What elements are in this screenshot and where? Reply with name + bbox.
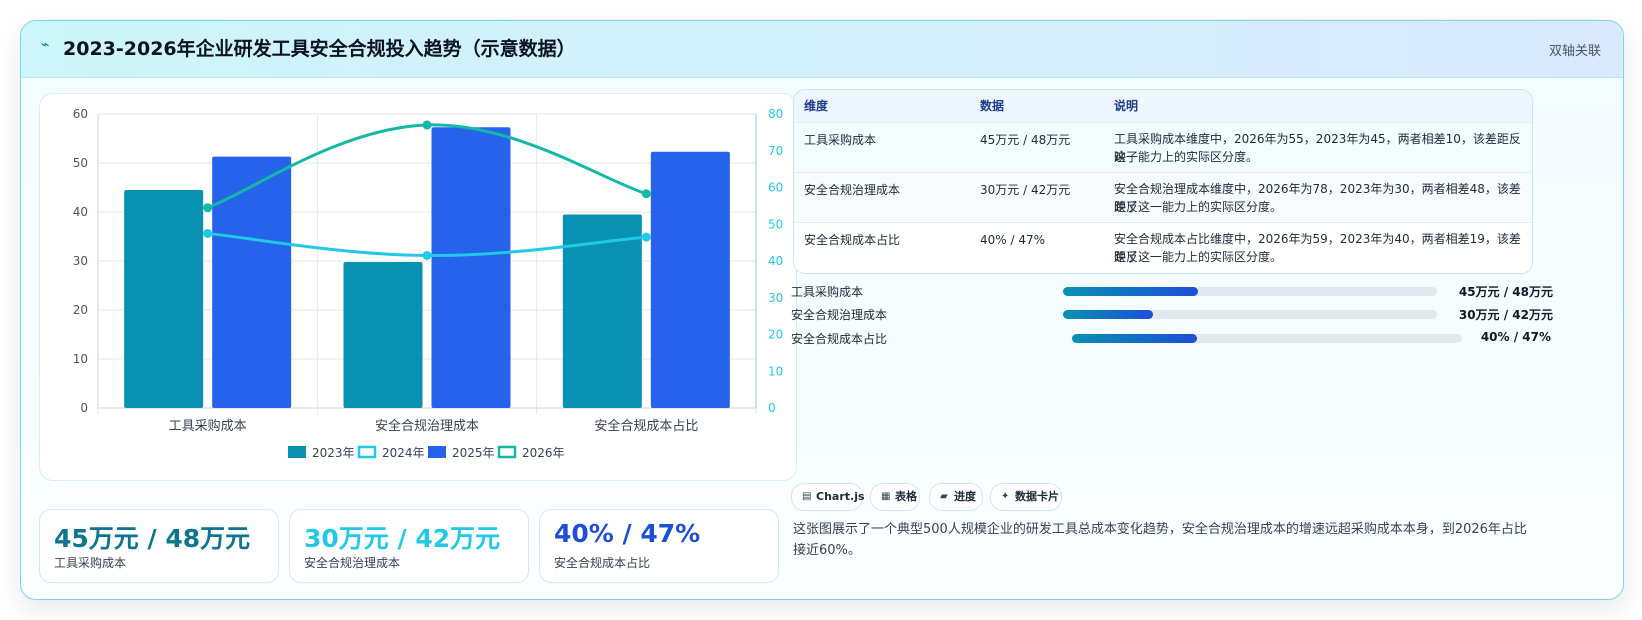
- legend-label: 2023年: [312, 446, 355, 460]
- table-row: 工具采购成本 45万元 / 48万元 工具采购成本维度中，2026年为55，20…: [794, 122, 1532, 173]
- point-2026年: [203, 203, 213, 213]
- y-left-tick-label: 0: [80, 401, 88, 415]
- progress-value: 45万元 / 48万元: [1458, 285, 1553, 299]
- table-icon: ▦: [881, 491, 891, 502]
- y-right-tick-label: 40: [768, 254, 783, 268]
- progress-label: 工具采购成本: [791, 285, 864, 299]
- progress-track: [1063, 310, 1437, 319]
- kpi-label: 安全合规治理成本: [304, 556, 401, 570]
- bar-2023年: [343, 261, 423, 408]
- point-2026年: [422, 120, 432, 130]
- kpi-card-cost-ratio: 40% / 47% 安全合规成本占比: [539, 509, 779, 583]
- x-tick-label: 工具采购成本: [169, 418, 247, 434]
- progress-icon: ▰: [940, 491, 948, 502]
- y-right-tick-label: 0: [768, 401, 776, 415]
- kpi-value: 40% / 47%: [554, 519, 701, 548]
- legend-swatch: [357, 445, 377, 459]
- kpi-value: 30万元 / 42万元: [304, 524, 501, 553]
- x-tick-label: 安全合规成本占比: [594, 418, 698, 434]
- card-header: ⌁ 2023-2026年企业研发工具安全合规投入趋势（示意数据） 双轴关联: [21, 21, 1623, 78]
- kpi-label: 工具采购成本: [54, 556, 127, 570]
- legend-label: 2026年: [522, 446, 565, 460]
- y-left-tick-label: 30: [73, 254, 88, 268]
- chart-description: 这张图展示了一个典型500人规模企业的研发工具总成本变化趋势，安全合规治理成本的…: [793, 522, 1527, 558]
- table-cell-dimension: 安全合规治理成本: [804, 183, 901, 197]
- progress-fill: [1072, 334, 1197, 343]
- point-2024年: [641, 232, 651, 242]
- table-cell-data: 40% / 47%: [980, 233, 1046, 247]
- table-cell-data: 30万元 / 42万元: [980, 183, 1071, 197]
- combo-chart: 0 10 20 30 40 50 60 0 10 20 30 40 50 60 70 80 工具采购成本 安全合规…: [73, 107, 784, 460]
- chip-table[interactable]: ▦ 表格: [870, 483, 920, 511]
- table-row: 安全合规治理成本 30万元 / 42万元 安全合规治理成本维度中，2026年为7…: [794, 172, 1532, 223]
- kpi-label: 安全合规成本占比: [554, 556, 651, 570]
- chip-chartjs[interactable]: ▤ Chart.js: [791, 483, 865, 511]
- chart-icon: ▤: [802, 491, 812, 502]
- y-right-tick-label: 10: [768, 364, 783, 378]
- chip-label: 数据卡片: [1015, 490, 1059, 503]
- chip-label: 表格: [895, 490, 917, 503]
- legend-label: 2025年: [452, 446, 495, 460]
- point-2024年: [422, 250, 432, 260]
- table-cell-desc: 映了这一能力上的实际区分度。: [1114, 200, 1283, 214]
- progress-track: [1072, 334, 1462, 343]
- chip-label: 进度: [954, 490, 976, 503]
- page-title: 2023-2026年企业研发工具安全合规投入趋势（示意数据）: [63, 38, 576, 60]
- progress-fill: [1063, 310, 1153, 319]
- progress-value: 40% / 47%: [1480, 330, 1551, 344]
- progress-track: [1063, 287, 1437, 296]
- table-row: 安全合规成本占比 40% / 47% 安全合规成本占比维度中，2026年为59，…: [794, 222, 1532, 273]
- bar-2023年: [124, 189, 204, 408]
- chart-panel: 0 10 20 30 40 50 60 0 10 20 30 40 50 60 70 80 工具采购成本 安全合规…: [39, 93, 797, 481]
- y-right-tick-label: 50: [768, 217, 783, 231]
- y-left-tick-label: 40: [73, 205, 88, 219]
- y-left-tick-label: 10: [73, 352, 88, 366]
- y-right-tick-label: 20: [768, 328, 783, 342]
- progress-fill: [1063, 287, 1198, 296]
- chip-label: Chart.js: [816, 490, 865, 503]
- progress-value: 30万元 / 42万元: [1458, 308, 1553, 322]
- y-right-tick-label: 60: [768, 181, 783, 195]
- y-left-tick-label: 50: [73, 156, 88, 170]
- legend-swatch: [428, 446, 446, 458]
- y-left-tick-label: 20: [73, 303, 88, 317]
- table-header-row: 维度 数据 说明: [794, 90, 1532, 122]
- y-right-tick-label: 80: [768, 107, 783, 121]
- card-icon: ✦: [1001, 491, 1010, 502]
- table-cell-dimension: 工具采购成本: [804, 133, 877, 147]
- table-header: 说明: [1114, 99, 1139, 113]
- point-2024年: [203, 228, 213, 238]
- table-cell-desc: 映了这一能力上的实际区分度。: [1114, 250, 1283, 264]
- legend-label: 2024年: [382, 446, 425, 460]
- x-tick-label: 安全合规治理成本: [375, 418, 479, 434]
- main-card: ⌁ 2023-2026年企业研发工具安全合规投入趋势（示意数据） 双轴关联 0 1…: [20, 20, 1624, 600]
- table-cell-dimension: 安全合规成本占比: [804, 233, 901, 247]
- y-left-tick-label: 60: [73, 107, 88, 121]
- bar-2025年: [650, 151, 730, 409]
- dual-axis-tag: 双轴关联: [1548, 44, 1601, 59]
- legend-swatch: [288, 446, 306, 458]
- kpi-card-tool-cost: 45万元 / 48万元 工具采购成本: [39, 509, 279, 583]
- progress-label: 安全合规治理成本: [791, 308, 888, 322]
- table-header: 数据: [980, 99, 1005, 113]
- kpi-value: 45万元 / 48万元: [54, 524, 251, 553]
- y-right-tick-label: 70: [768, 144, 783, 158]
- bolt-icon: ⌁: [41, 37, 50, 53]
- table-header: 维度: [804, 99, 829, 113]
- legend-swatch: [497, 445, 517, 459]
- table-cell-desc: 这一能力上的实际区分度。: [1114, 150, 1259, 164]
- y-right-tick-label: 30: [768, 291, 783, 305]
- bar-2025年: [431, 127, 511, 409]
- progress-label: 安全合规成本占比: [791, 332, 888, 346]
- bar-2025年: [212, 156, 292, 408]
- chip-data-card[interactable]: ✦ 数据卡片: [990, 483, 1062, 511]
- data-table: 维度 数据 说明 工具采购成本 45万元 / 48万元 工具采购成本维度中，20…: [793, 89, 1533, 274]
- table-cell-data: 45万元 / 48万元: [980, 133, 1071, 147]
- chip-progress[interactable]: ▰ 进度: [929, 483, 983, 511]
- kpi-card-governance-cost: 30万元 / 42万元 安全合规治理成本: [289, 509, 529, 583]
- point-2026年: [641, 189, 651, 199]
